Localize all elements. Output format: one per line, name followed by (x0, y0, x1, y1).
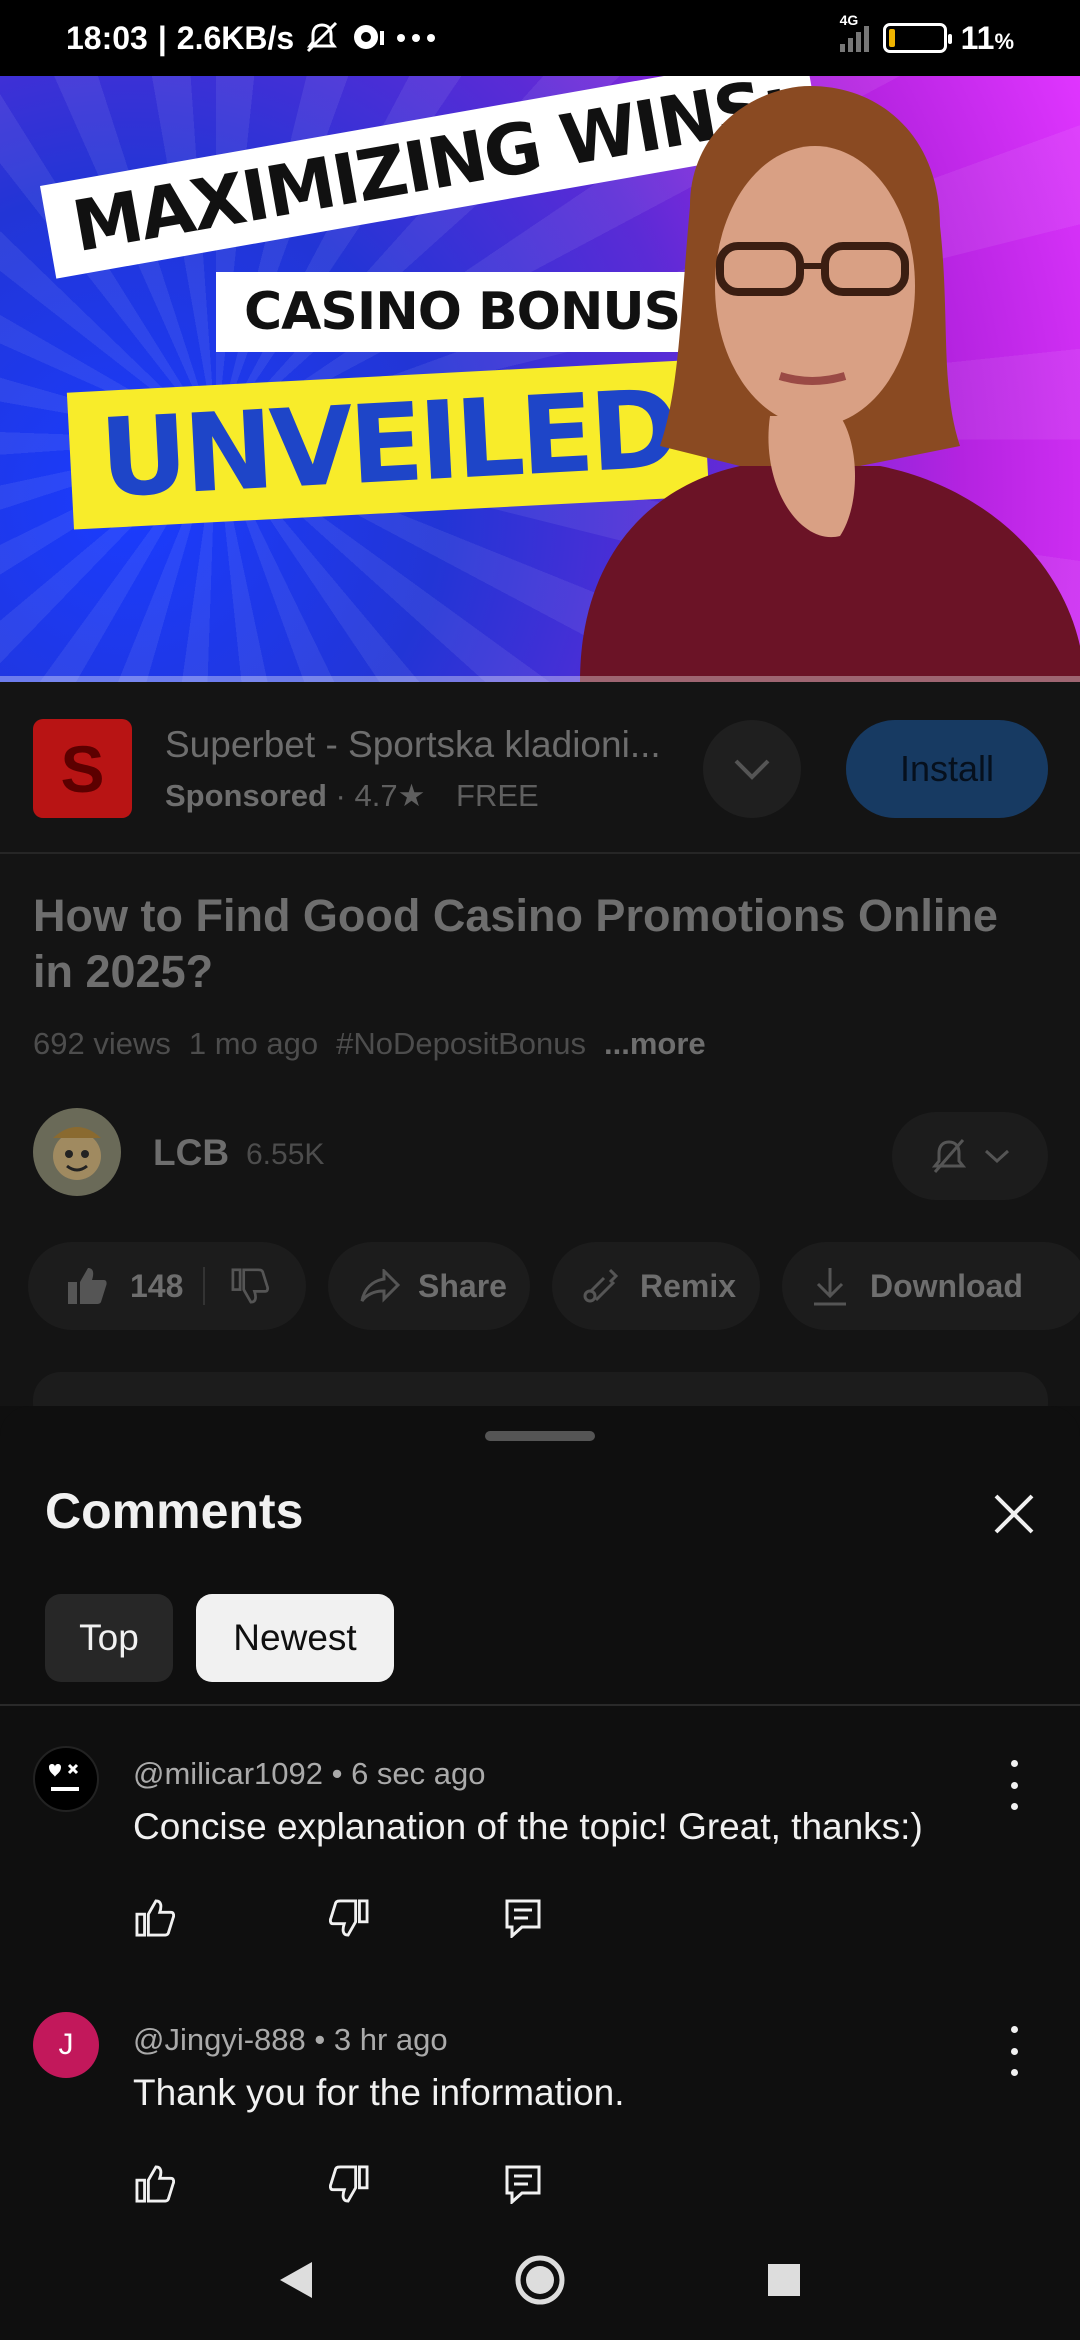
chevron-down-icon (984, 1149, 1010, 1164)
like-icon (135, 2165, 175, 2203)
comment-author[interactable]: @milicar1092 (133, 1756, 323, 1791)
comment-item: J @Jingyi-888 • 3 hr ago Thank you for t… (0, 2012, 1080, 2252)
ad-expand-button[interactable] (703, 720, 801, 818)
comment-menu-button[interactable] (1002, 1760, 1026, 1810)
signal-icon: 4G (839, 12, 869, 52)
drag-handle[interactable] (485, 1431, 595, 1441)
channel-logo-icon (53, 1127, 101, 1180)
channel-name[interactable]: LCB (153, 1132, 229, 1174)
subscriber-count: 6.55K (246, 1138, 325, 1171)
dislike-icon (329, 2165, 369, 2203)
channel-avatar[interactable] (33, 1108, 121, 1196)
comment-actions (133, 1896, 545, 1940)
home-icon[interactable] (514, 2254, 566, 2306)
sheet-title: Comments (45, 1483, 304, 1539)
comment-reply-button[interactable] (501, 1896, 545, 1940)
action-bar: 148 Share Remix Download (28, 1242, 1080, 1330)
video-player[interactable]: MAXIMIZING WINS: CASINO BONUSES UNVEILED (0, 76, 1080, 682)
chevron-down-icon (734, 759, 770, 780)
more-dots-icon (397, 34, 436, 42)
download-button[interactable]: Download (782, 1242, 1080, 1330)
sponsored-label: Sponsored (165, 778, 327, 813)
status-bar: 18:03 | 2.6KB/s 4G 11% (0, 0, 1080, 76)
network-speed: 2.6KB/s (176, 19, 295, 56)
star-icon: ★ (397, 778, 426, 813)
comment-menu-button[interactable] (1002, 2026, 1026, 2076)
comment-dislike-button[interactable] (327, 2162, 371, 2206)
view-count: 692 views (33, 1026, 171, 1061)
system-nav-bar (0, 2220, 1080, 2340)
like-icon (135, 1899, 175, 1937)
reply-icon (505, 2165, 541, 2204)
download-icon (814, 1268, 846, 1306)
divider (203, 1267, 206, 1305)
comment-like-button[interactable] (133, 2162, 177, 2206)
ad-title[interactable]: Superbet - Sportska kladioni... (165, 724, 661, 766)
comments-sheet: Comments Top Newest @milicar1092 • 6 sec… (0, 1406, 1080, 2340)
ad-price: FREE (456, 778, 539, 813)
bell-off-icon (931, 1139, 967, 1173)
ad-app-logo: S (33, 719, 132, 818)
chat-bubble-icon (354, 25, 385, 49)
upload-age: 1 mo ago (188, 1026, 319, 1061)
comment-text: Thank you for the information. (133, 2072, 625, 2113)
avatar[interactable] (33, 1746, 99, 1812)
presenter-image (580, 86, 1080, 682)
back-icon[interactable] (278, 2260, 314, 2300)
more-link[interactable]: ...more (604, 1026, 706, 1062)
ad-banner[interactable]: S Superbet - Sportska kladioni... Sponso… (0, 682, 1080, 854)
comment-header[interactable]: @Jingyi-888 • 3 hr ago (133, 2022, 448, 2058)
ad-rating: 4.7 (354, 778, 398, 813)
ad-subtitle: Sponsored · 4.7★ FREE (165, 778, 539, 813)
comment-time: 6 sec ago (351, 1756, 486, 1791)
comment-time: 3 hr ago (333, 2022, 448, 2057)
separator: | (157, 19, 167, 56)
face-icon (49, 1763, 79, 1791)
like-icon[interactable] (66, 1266, 108, 1306)
battery-level: 11% (960, 19, 1014, 56)
comment-actions (133, 2162, 545, 2206)
dislike-icon (329, 1899, 369, 1937)
comment-text: Concise explanation of the topic! Great,… (133, 1806, 923, 1847)
notification-button[interactable] (892, 1112, 1048, 1200)
video-details: S Superbet - Sportska kladioni... Sponso… (0, 682, 1080, 1432)
mute-icon (307, 21, 338, 53)
avatar[interactable]: J (33, 2012, 99, 2078)
dislike-icon[interactable] (231, 1268, 270, 1304)
share-button[interactable]: Share (328, 1242, 530, 1330)
battery-icon (882, 23, 952, 53)
video-metadata[interactable]: 692 views 1 mo ago #NoDepositBonus ...mo… (33, 1026, 706, 1062)
remix-icon (583, 1268, 619, 1303)
comment-like-button[interactable] (133, 1896, 177, 1940)
comment-header[interactable]: @milicar1092 • 6 sec ago (133, 1756, 486, 1792)
comment-dislike-button[interactable] (327, 1896, 371, 1940)
comment-author[interactable]: @Jingyi-888 (133, 2022, 306, 2057)
divider (0, 1704, 1080, 1706)
install-button[interactable]: Install (846, 720, 1048, 818)
video-title[interactable]: How to Find Good Casino Promotions Onlin… (33, 888, 1043, 1000)
comment-reply-button[interactable] (501, 2162, 545, 2206)
clock: 18:03 (66, 19, 148, 56)
remix-button[interactable]: Remix (552, 1242, 760, 1330)
like-dislike-group: 148 (28, 1242, 306, 1330)
comment-item: @milicar1092 • 6 sec ago Concise explana… (0, 1746, 1080, 1986)
network-type: 4G (839, 12, 859, 28)
share-icon (360, 1269, 400, 1303)
hashtag-link[interactable]: #NoDepositBonus (336, 1026, 586, 1062)
tab-newest[interactable]: Newest (196, 1594, 394, 1682)
close-icon (994, 1494, 1034, 1534)
recents-icon[interactable] (766, 2262, 802, 2298)
close-button[interactable] (982, 1482, 1046, 1546)
tab-top[interactable]: Top (45, 1594, 173, 1682)
reply-icon (505, 1899, 541, 1938)
like-count[interactable]: 148 (130, 1268, 183, 1305)
